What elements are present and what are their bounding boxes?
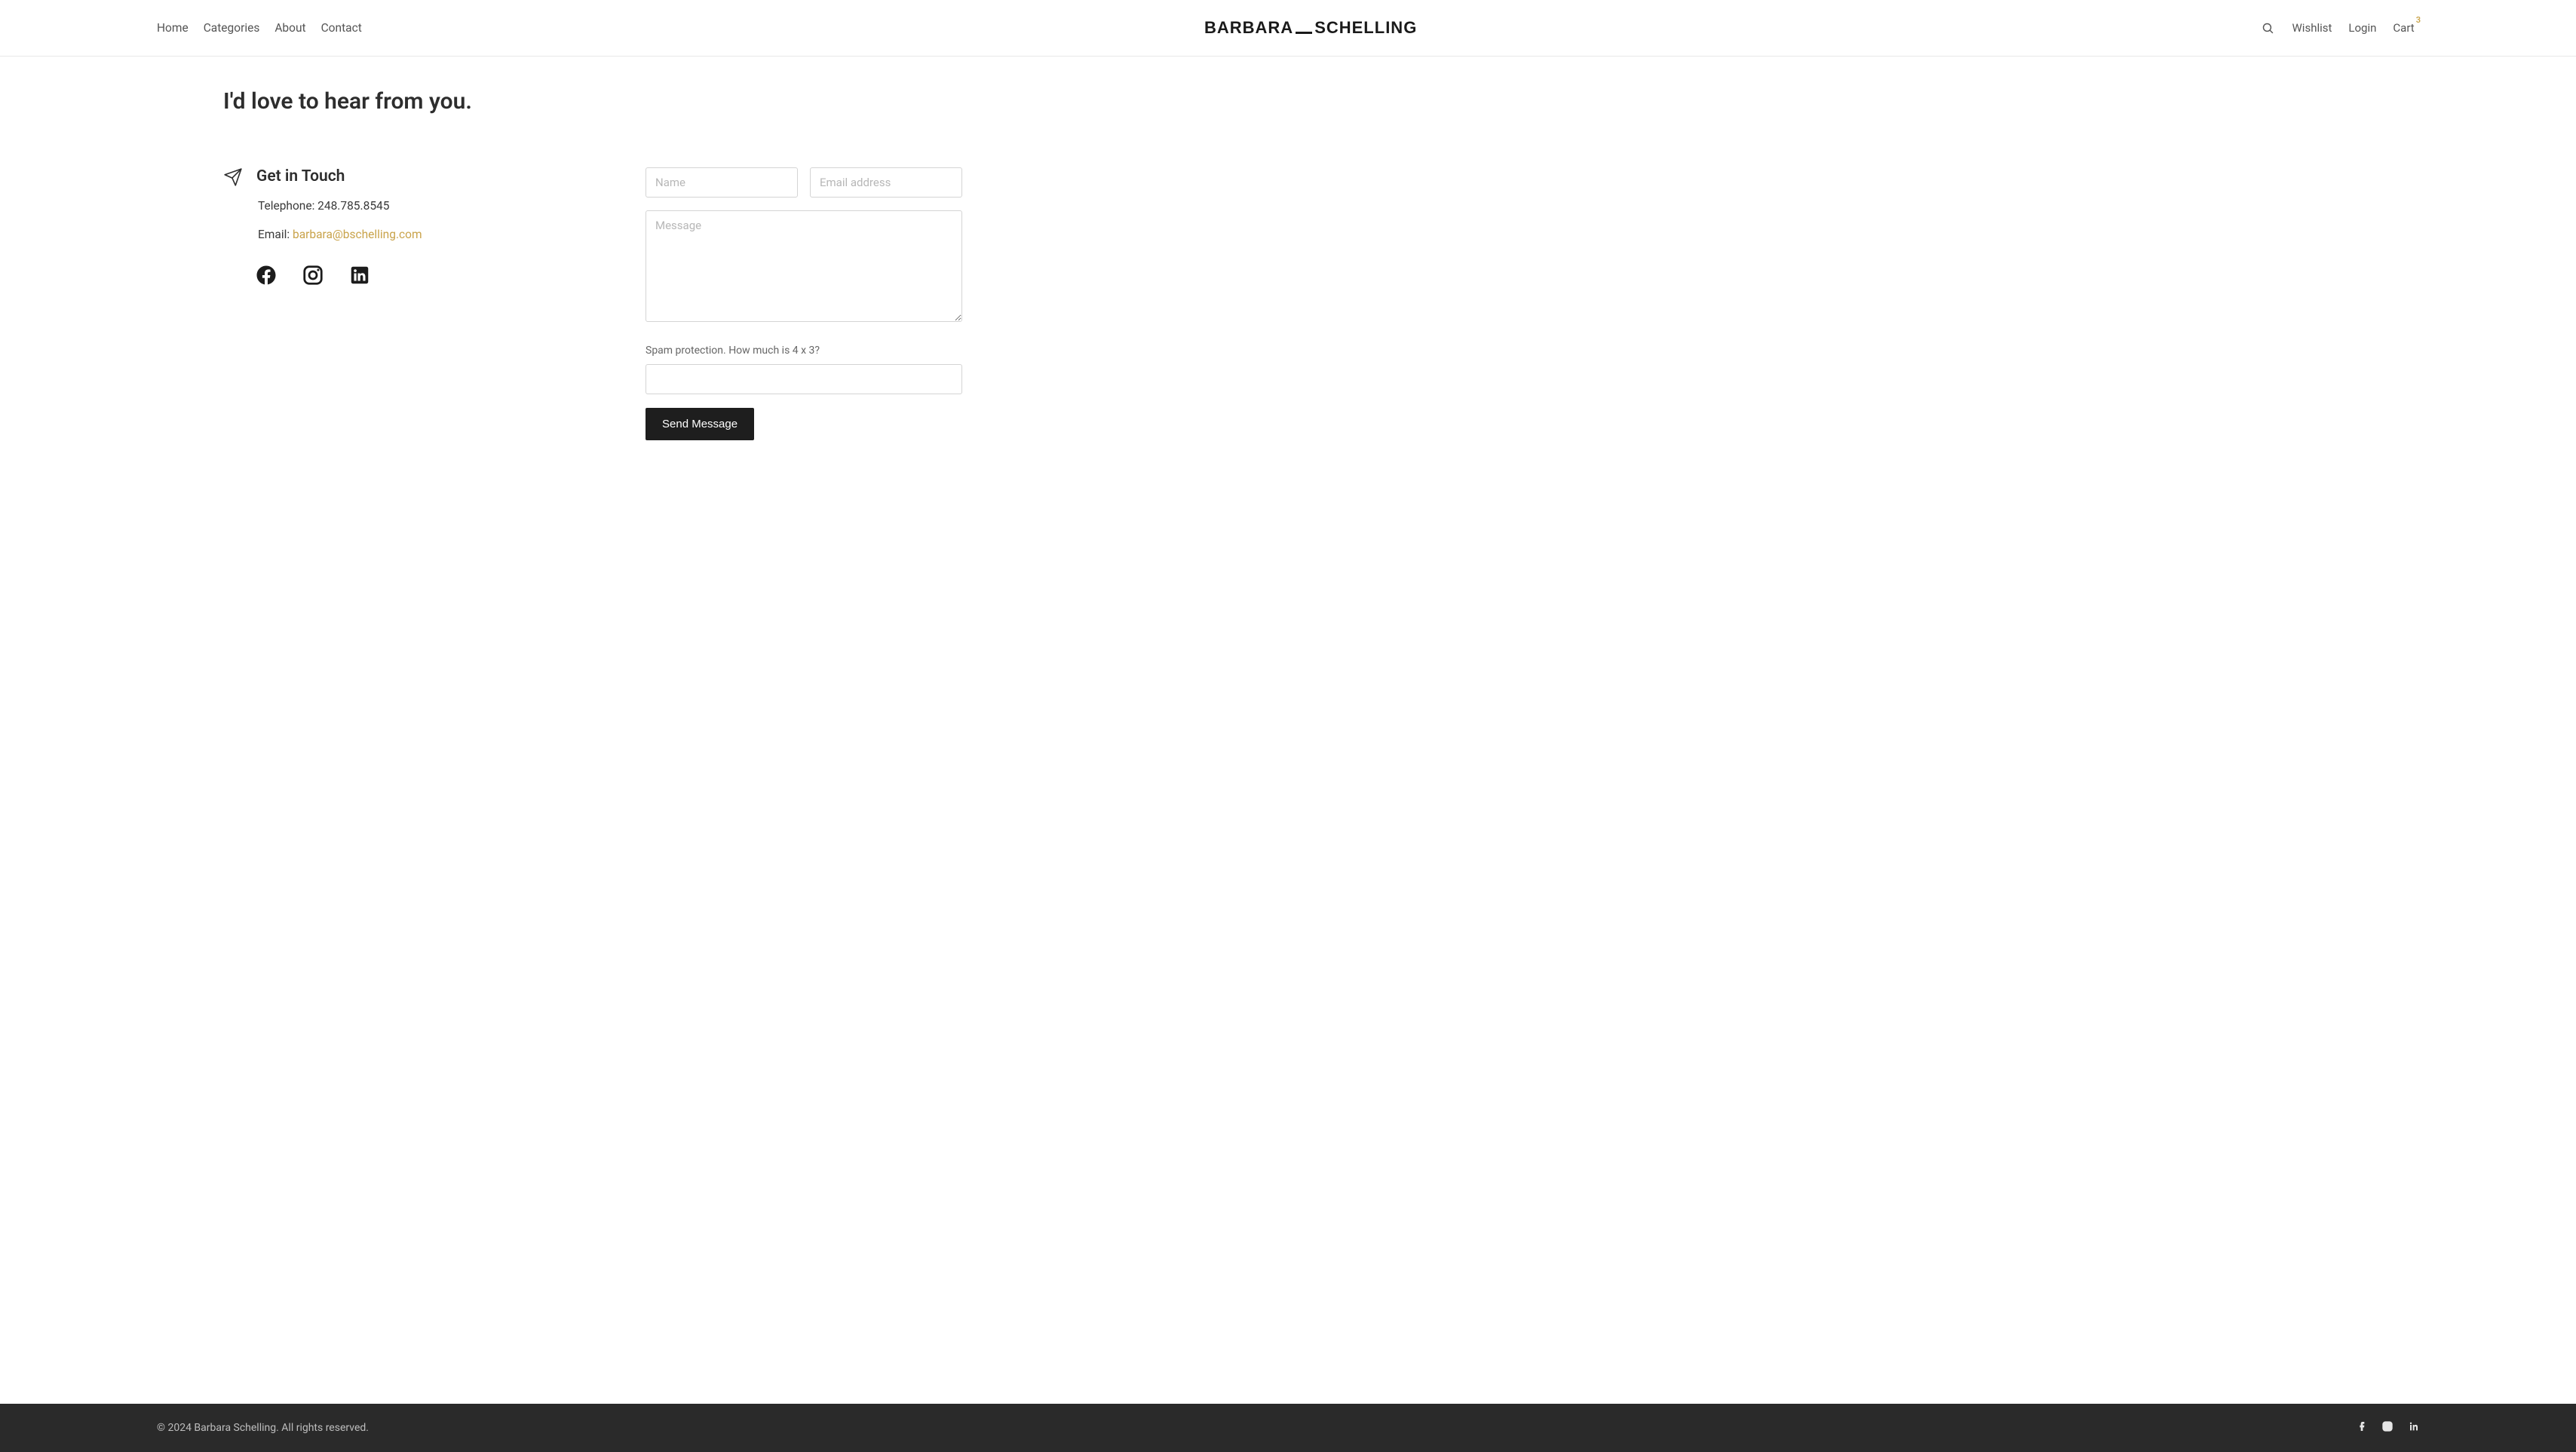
content-columns: Get in Touch Telephone: 248.785.8545 Ema… bbox=[223, 167, 2353, 440]
footer-linkedin-link[interactable] bbox=[2407, 1420, 2419, 1435]
email-link[interactable]: barbara@bschelling.com bbox=[293, 228, 422, 241]
spam-protection-label: Spam protection. How much is 4 x 3? bbox=[646, 345, 962, 357]
search-button[interactable] bbox=[2260, 20, 2276, 36]
nav-home[interactable]: Home bbox=[157, 21, 189, 35]
instagram-icon bbox=[2381, 1420, 2394, 1432]
instagram-icon bbox=[302, 264, 324, 286]
facebook-icon bbox=[2356, 1420, 2368, 1432]
send-message-button[interactable]: Send Message bbox=[646, 408, 754, 440]
message-textarea[interactable] bbox=[646, 210, 962, 322]
linkedin-link[interactable] bbox=[348, 264, 371, 289]
nav-primary: Home Categories About Contact bbox=[157, 21, 362, 35]
nav-login[interactable]: Login bbox=[2348, 21, 2376, 35]
contact-info-column: Get in Touch Telephone: 248.785.8545 Ema… bbox=[223, 167, 540, 289]
nav-about[interactable]: About bbox=[274, 21, 305, 35]
site-footer: © 2024 Barbara Schelling. All rights res… bbox=[0, 1404, 2576, 1452]
copyright-text: © 2024 Barbara Schelling. All rights res… bbox=[157, 1422, 369, 1434]
get-in-touch-heading: Get in Touch bbox=[256, 167, 345, 185]
nav-categories[interactable]: Categories bbox=[204, 21, 260, 35]
footer-facebook-link[interactable] bbox=[2356, 1420, 2368, 1435]
name-input[interactable] bbox=[646, 167, 798, 198]
logo-first: BARBARA bbox=[1204, 18, 1293, 38]
facebook-link[interactable] bbox=[255, 264, 278, 289]
paper-plane-icon bbox=[223, 167, 243, 187]
email-input[interactable] bbox=[810, 167, 962, 198]
contact-form-column: Spam protection. How much is 4 x 3? Send… bbox=[646, 167, 962, 440]
email-line: Email: barbara@bschelling.com bbox=[258, 228, 540, 241]
site-header: Home Categories About Contact BARBARA SC… bbox=[0, 0, 2576, 57]
page-main: I'd love to hear from you. Get in Touch … bbox=[0, 57, 2576, 1404]
footer-instagram-link[interactable] bbox=[2381, 1420, 2394, 1435]
linkedin-icon bbox=[348, 264, 371, 286]
logo-last: SCHELLING bbox=[1314, 18, 1417, 38]
nav-secondary: Wishlist Login Cart 3 bbox=[2260, 20, 2419, 36]
cart-label: Cart bbox=[2393, 21, 2414, 35]
facebook-icon bbox=[255, 264, 278, 286]
linkedin-icon bbox=[2407, 1420, 2419, 1432]
nav-wishlist[interactable]: Wishlist bbox=[2292, 21, 2332, 35]
logo-divider bbox=[1296, 32, 1312, 34]
site-logo[interactable]: BARBARA SCHELLING bbox=[1204, 18, 1417, 38]
social-links-large bbox=[255, 264, 540, 289]
page-title: I'd love to hear from you. bbox=[223, 88, 2353, 115]
instagram-link[interactable] bbox=[302, 264, 324, 289]
nav-contact[interactable]: Contact bbox=[321, 21, 362, 35]
telephone-line: Telephone: 248.785.8545 bbox=[258, 199, 540, 213]
search-icon bbox=[2262, 22, 2274, 35]
email-label: Email: bbox=[258, 228, 293, 241]
cart-count-badge: 3 bbox=[2416, 15, 2421, 25]
spam-answer-input[interactable] bbox=[646, 364, 962, 394]
contact-form: Spam protection. How much is 4 x 3? Send… bbox=[646, 167, 962, 440]
footer-social-links bbox=[2356, 1420, 2419, 1435]
nav-cart[interactable]: Cart 3 bbox=[2393, 21, 2419, 35]
